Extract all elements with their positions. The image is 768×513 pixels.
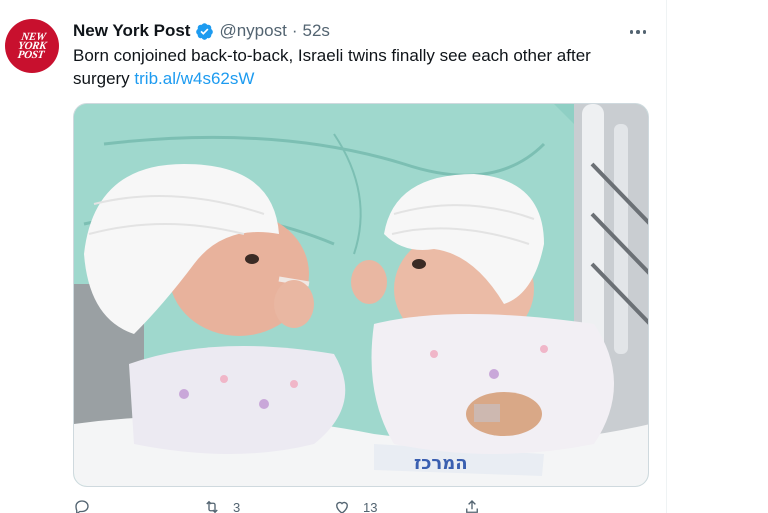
retweet-button[interactable]: 3	[203, 498, 333, 513]
timestamp[interactable]: 52s	[303, 21, 330, 41]
separator: ·	[291, 21, 298, 40]
nypost-logo: NEW YORK POST	[16, 30, 47, 61]
verified-badge-icon	[196, 22, 214, 40]
display-name[interactable]: New York Post	[73, 21, 190, 41]
retweet-icon	[206, 500, 218, 513]
reply-button[interactable]	[73, 498, 203, 513]
tweet-media-photo[interactable]: המרכז	[73, 103, 649, 487]
avatar[interactable]: NEW YORK POST	[5, 19, 59, 73]
tweet-link[interactable]: trib.al/w4s62sW	[134, 69, 254, 88]
tweet-text: Born conjoined back-to-back, Israeli twi…	[73, 44, 633, 90]
share-button[interactable]	[463, 498, 593, 513]
like-count: 13	[363, 499, 378, 513]
tweet-header: New York Post @nypost · 52s	[73, 20, 330, 42]
more-dots-icon	[636, 30, 640, 34]
reply-icon	[75, 500, 89, 513]
more-options-button[interactable]	[624, 22, 652, 42]
handle[interactable]: @nypost	[219, 21, 286, 41]
like-button[interactable]: 13	[333, 498, 463, 513]
share-icon	[466, 500, 478, 513]
photo-illustration: המרכז	[74, 104, 648, 486]
tweet-actions: 3 13	[73, 497, 593, 513]
more-dots-icon	[642, 30, 647, 34]
blanket-print-text: המרכז	[414, 453, 468, 474]
retweet-count: 3	[233, 499, 241, 513]
more-dots-icon	[629, 30, 634, 34]
tweet-card[interactable]: NEW YORK POST New York Post @nypost · 52…	[0, 0, 667, 513]
heart-icon	[336, 501, 348, 513]
